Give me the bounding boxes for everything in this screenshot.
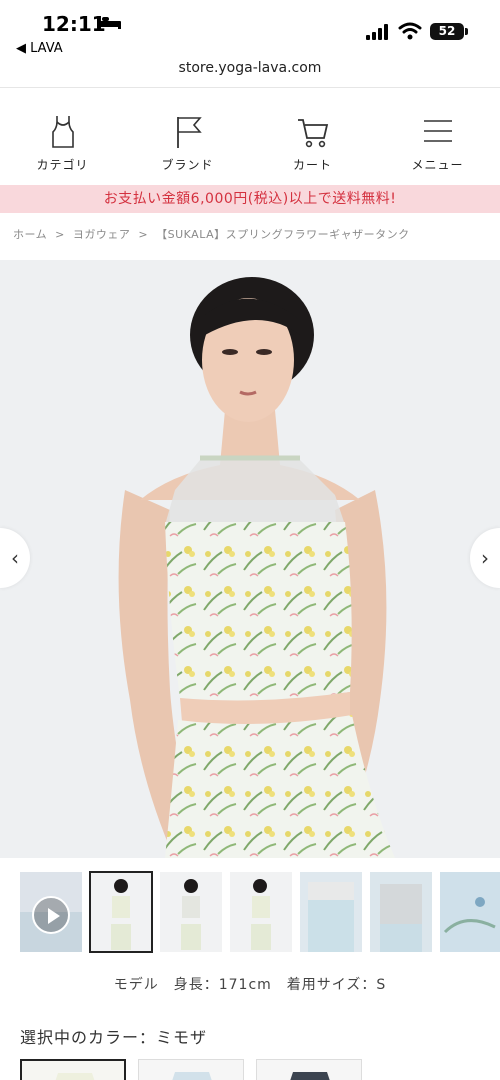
flag-icon	[176, 117, 202, 148]
thumbnail-detail-front[interactable]	[300, 872, 362, 952]
nav-category[interactable]: カテゴリ	[0, 96, 125, 184]
breadcrumb: ホーム > ヨガウェア > 【SUKALA】スプリングフラワーギャザータンク	[13, 226, 414, 242]
status-bar: 12:11 ◀ LAVA 52 store.yoga-lava.com	[0, 0, 500, 88]
chevron-left-icon: ‹	[11, 546, 19, 570]
breadcrumb-home[interactable]: ホーム	[13, 228, 47, 241]
thumbnail-back[interactable]	[160, 872, 222, 952]
product-main-image[interactable]	[0, 260, 500, 858]
nav-cart[interactable]: カート	[250, 96, 375, 184]
nav-brand[interactable]: ブランド	[125, 96, 250, 184]
sleep-focus-icon	[97, 17, 121, 29]
model-photo	[118, 277, 395, 858]
thumbnail-fabric[interactable]	[440, 872, 500, 952]
cart-icon	[297, 119, 328, 148]
thumbnail-front[interactable]	[89, 871, 153, 953]
color-swatches	[20, 1059, 362, 1080]
thumbnail-side[interactable]	[230, 872, 292, 952]
nav-label: メニュー	[411, 158, 464, 172]
free-shipping-banner: お支払い金額6,000円(税込)以上で送料無料!	[0, 185, 500, 213]
thumbnail-detail-back[interactable]	[370, 872, 432, 952]
breadcrumb-yoga-wear[interactable]: ヨガウェア	[73, 228, 131, 241]
main-nav: カテゴリ ブランド カート メニュー	[0, 96, 500, 184]
image-thumbnails	[20, 871, 500, 954]
color-swatch-mimosa[interactable]	[20, 1059, 126, 1080]
wifi-icon	[398, 22, 422, 40]
model-size-info: モデル 身長：171cm 着用サイズ：S	[113, 977, 387, 993]
back-to-app-link[interactable]: ◀ LAVA	[16, 41, 63, 56]
color-swatch-blue[interactable]	[138, 1059, 244, 1080]
breadcrumb-separator: >	[55, 228, 65, 241]
color-swatch-navy[interactable]	[256, 1059, 362, 1080]
tank-top-icon	[51, 116, 74, 148]
chevron-right-icon: ›	[481, 546, 489, 570]
nav-label: カテゴリ	[36, 158, 89, 172]
hamburger-menu-icon	[423, 120, 452, 142]
nav-label: カート	[292, 158, 332, 172]
breadcrumb-separator: >	[138, 228, 149, 241]
cellular-signal-icon	[366, 24, 388, 40]
thumbnail-video[interactable]	[20, 872, 82, 952]
breadcrumb-current: 【SUKALA】スプリングフラワーギャザータンク	[156, 228, 410, 241]
address-bar-url[interactable]: store.yoga-lava.com	[0, 60, 500, 76]
play-icon	[32, 896, 70, 934]
nav-menu[interactable]: メニュー	[375, 96, 500, 184]
battery-indicator: 52	[430, 23, 468, 40]
selected-color-label: 選択中のカラー：ミモザ	[20, 1028, 208, 1047]
nav-label: ブランド	[161, 158, 214, 172]
